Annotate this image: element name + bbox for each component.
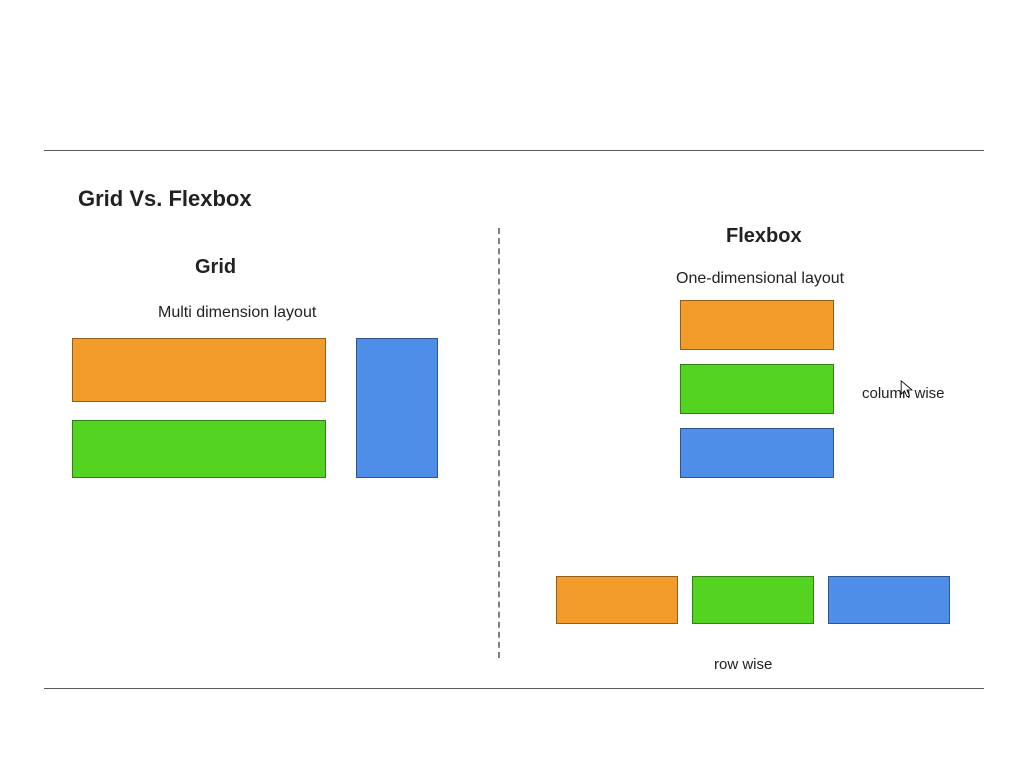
flex-col-box-blue bbox=[680, 428, 834, 478]
grid-box-blue bbox=[356, 338, 438, 478]
grid-subheading: Multi dimension layout bbox=[158, 304, 316, 322]
page-title: Grid Vs. Flexbox bbox=[78, 186, 252, 212]
flex-col-box-green bbox=[680, 364, 834, 414]
flex-col-box-orange bbox=[680, 300, 834, 350]
grid-box-orange bbox=[72, 338, 326, 402]
divider-bottom bbox=[44, 688, 984, 689]
diagram-canvas: Grid Vs. Flexbox Grid Multi dimension la… bbox=[0, 0, 1024, 768]
flexbox-heading: Flexbox bbox=[726, 225, 802, 248]
divider-top bbox=[44, 150, 984, 151]
grid-heading: Grid bbox=[195, 256, 236, 279]
flex-row-label: row wise bbox=[714, 656, 772, 673]
flex-row-box-blue bbox=[828, 576, 950, 624]
flexbox-subheading: One-dimensional layout bbox=[676, 270, 844, 288]
flex-column-label: column wise bbox=[862, 385, 945, 402]
flex-row-box-green bbox=[692, 576, 814, 624]
grid-box-green bbox=[72, 420, 326, 478]
flex-row-box-orange bbox=[556, 576, 678, 624]
vertical-divider bbox=[498, 228, 500, 658]
